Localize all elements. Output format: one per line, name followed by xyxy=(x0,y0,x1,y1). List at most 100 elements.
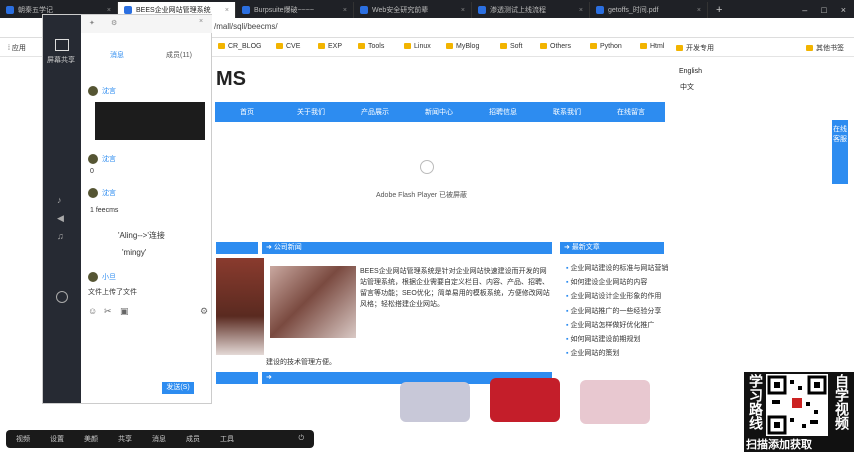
links-section-title: ➜ 最新文章 xyxy=(560,242,664,254)
favicon-icon xyxy=(124,6,132,14)
avatar xyxy=(88,188,98,198)
nav-item[interactable]: 招聘信息 xyxy=(471,107,535,117)
folder-icon xyxy=(806,45,813,51)
avatar xyxy=(88,272,98,282)
music-icon[interactable]: ♫ xyxy=(57,231,64,241)
toolbar-item[interactable]: 美颜 xyxy=(74,434,108,444)
news-section-title: ➜ 公司新闻 xyxy=(262,242,552,254)
settings-icon[interactable]: ⚙ xyxy=(111,19,117,27)
bookmark-item[interactable]: Linux xyxy=(404,43,431,50)
browser-tab[interactable]: getoffs_时间.pdf × xyxy=(590,2,708,18)
article-link[interactable]: 企业网站怎样做好优化推广 xyxy=(566,319,666,333)
flash-placeholder[interactable] xyxy=(215,122,665,237)
bookmark-item[interactable]: Python xyxy=(590,43,622,50)
maximize-icon[interactable]: □ xyxy=(821,5,826,15)
close-icon[interactable]: × xyxy=(199,18,203,25)
screen-share-icon[interactable] xyxy=(55,39,69,51)
nav-item[interactable]: 在线留言 xyxy=(599,107,663,117)
scissors-icon[interactable]: ✂ xyxy=(104,306,112,317)
bookmark-item[interactable]: ⁞ 应用 xyxy=(8,43,26,53)
toolbar-item[interactable]: 设置 xyxy=(40,434,74,444)
screen-share-label: 屏幕共享 xyxy=(47,57,75,64)
settings-icon[interactable]: ⚙ xyxy=(200,306,208,317)
bookmark-item[interactable]: MyBlog xyxy=(446,43,479,50)
product-images xyxy=(400,376,660,430)
article-link[interactable]: 如何网站建设前期规划 xyxy=(566,333,666,347)
pin-icon[interactable]: ✦ xyxy=(89,19,95,27)
minimize-icon[interactable]: – xyxy=(802,5,807,15)
toolbar-item[interactable]: 视频 xyxy=(6,434,40,444)
chat-tab-messages[interactable]: 消息 xyxy=(110,50,124,60)
url-field[interactable]: /mall/sqli/beecms/ xyxy=(214,22,278,31)
product-image[interactable] xyxy=(490,378,560,422)
bookmark-item[interactable]: CR_BLOG xyxy=(218,43,261,50)
bookmark-item[interactable]: Others xyxy=(540,43,571,50)
close-window-icon[interactable]: × xyxy=(841,5,846,15)
promo-right-text: 自学视频 xyxy=(834,374,850,430)
qr-code xyxy=(766,374,828,436)
article-link[interactable]: 企业网站建设的标准与网站营销 xyxy=(566,262,668,276)
send-button[interactable]: 发送(S) xyxy=(162,382,194,394)
toolbar-item[interactable]: 工具 xyxy=(210,434,244,444)
browser-tab[interactable]: Burpsuite爆破~~~~ × xyxy=(236,2,354,18)
chat-header: ✦ ⚙ × xyxy=(81,15,212,33)
folder-icon xyxy=(590,43,597,49)
bookmark-item[interactable]: 开发专用 xyxy=(676,43,714,53)
bookmark-item[interactable]: 其他书签 xyxy=(806,43,844,53)
mic-icon[interactable]: ♪ xyxy=(57,195,62,205)
article-link[interactable]: 企业网站设计企业形象的作用 xyxy=(566,290,666,304)
emoji-icon[interactable]: ☺ xyxy=(88,306,97,316)
clock-icon[interactable] xyxy=(56,291,68,303)
site-nav: 首页 关于我们 产品展示 新闻中心 招聘信息 联系我们 在线留言 xyxy=(215,102,665,122)
lang-english-link[interactable]: English xyxy=(679,68,702,75)
bookmark-item[interactable]: CVE xyxy=(276,43,300,50)
toolbar-item[interactable]: 共享 xyxy=(108,434,142,444)
chat-sidebar: 屏幕共享 ♪ ◀ ♫ xyxy=(43,15,81,403)
article-list: 企业网站建设的标准与网站营销 如何建设企业网站的内容 企业网站设计企业形象的作用… xyxy=(566,262,668,361)
screenshot-message[interactable] xyxy=(95,102,205,140)
article-link[interactable]: 企业网站推广的一些经验分享 xyxy=(566,305,666,319)
close-tab-icon[interactable]: × xyxy=(107,7,111,14)
power-icon[interactable]: ⏻ xyxy=(288,435,314,443)
product-image[interactable] xyxy=(580,380,650,424)
site-logo[interactable]: MS xyxy=(216,68,246,91)
nav-item[interactable]: 首页 xyxy=(215,107,279,117)
nav-item[interactable]: 联系我们 xyxy=(535,107,599,117)
article-link[interactable]: 如何建设企业网站的内容 xyxy=(566,276,666,290)
nav-item[interactable]: 新闻中心 xyxy=(407,107,471,117)
section-bar xyxy=(216,372,258,384)
folder-icon xyxy=(218,43,225,49)
toolbar-item[interactable]: 消息 xyxy=(142,434,176,444)
nav-item[interactable]: 关于我们 xyxy=(279,107,343,117)
close-tab-icon[interactable]: × xyxy=(461,7,465,14)
close-tab-icon[interactable]: × xyxy=(225,7,229,14)
online-service-button[interactable]: 在线客服 xyxy=(832,120,848,184)
section-bar xyxy=(216,242,258,254)
meeting-toolbar: 视频 设置 美颜 共享 消息 成员 工具 ⏻ xyxy=(6,430,314,448)
bookmark-item[interactable]: Html xyxy=(640,43,664,50)
bookmark-item[interactable]: Soft xyxy=(500,43,522,50)
folder-icon xyxy=(640,43,647,49)
image-icon[interactable]: ▣ xyxy=(120,306,129,317)
article-text: BEES企业网站管理系统是针对企业网站快速建设而开发的网站管理系统，根据企业需要… xyxy=(360,268,550,308)
chat-message: 'mingy' xyxy=(122,248,147,257)
toolbar-item[interactable]: 成员 xyxy=(176,434,210,444)
close-tab-icon[interactable]: × xyxy=(343,7,347,14)
product-image[interactable] xyxy=(400,382,470,422)
close-tab-icon[interactable]: × xyxy=(579,7,583,14)
nav-item[interactable]: 产品展示 xyxy=(343,107,407,117)
promo-caption: 扫描添加获取 xyxy=(746,439,812,451)
folder-icon xyxy=(500,43,507,49)
lang-chinese-link[interactable]: 中文 xyxy=(680,82,694,92)
bookmark-item[interactable]: Tools xyxy=(358,43,384,50)
browser-tab[interactable]: 渗透测试上线流程 × xyxy=(472,2,590,18)
new-tab-button[interactable]: + xyxy=(708,2,730,18)
favicon-icon xyxy=(478,6,486,14)
favicon-icon xyxy=(6,6,14,14)
speaker-icon[interactable]: ◀ xyxy=(57,213,64,224)
browser-tab[interactable]: Web安全研究前辈 × xyxy=(354,2,472,18)
close-tab-icon[interactable]: × xyxy=(697,7,701,14)
article-link[interactable]: 企业网站的策划 xyxy=(566,347,666,361)
bookmark-item[interactable]: EXP xyxy=(318,43,342,50)
chat-tab-members[interactable]: 成员(11) xyxy=(166,50,192,60)
